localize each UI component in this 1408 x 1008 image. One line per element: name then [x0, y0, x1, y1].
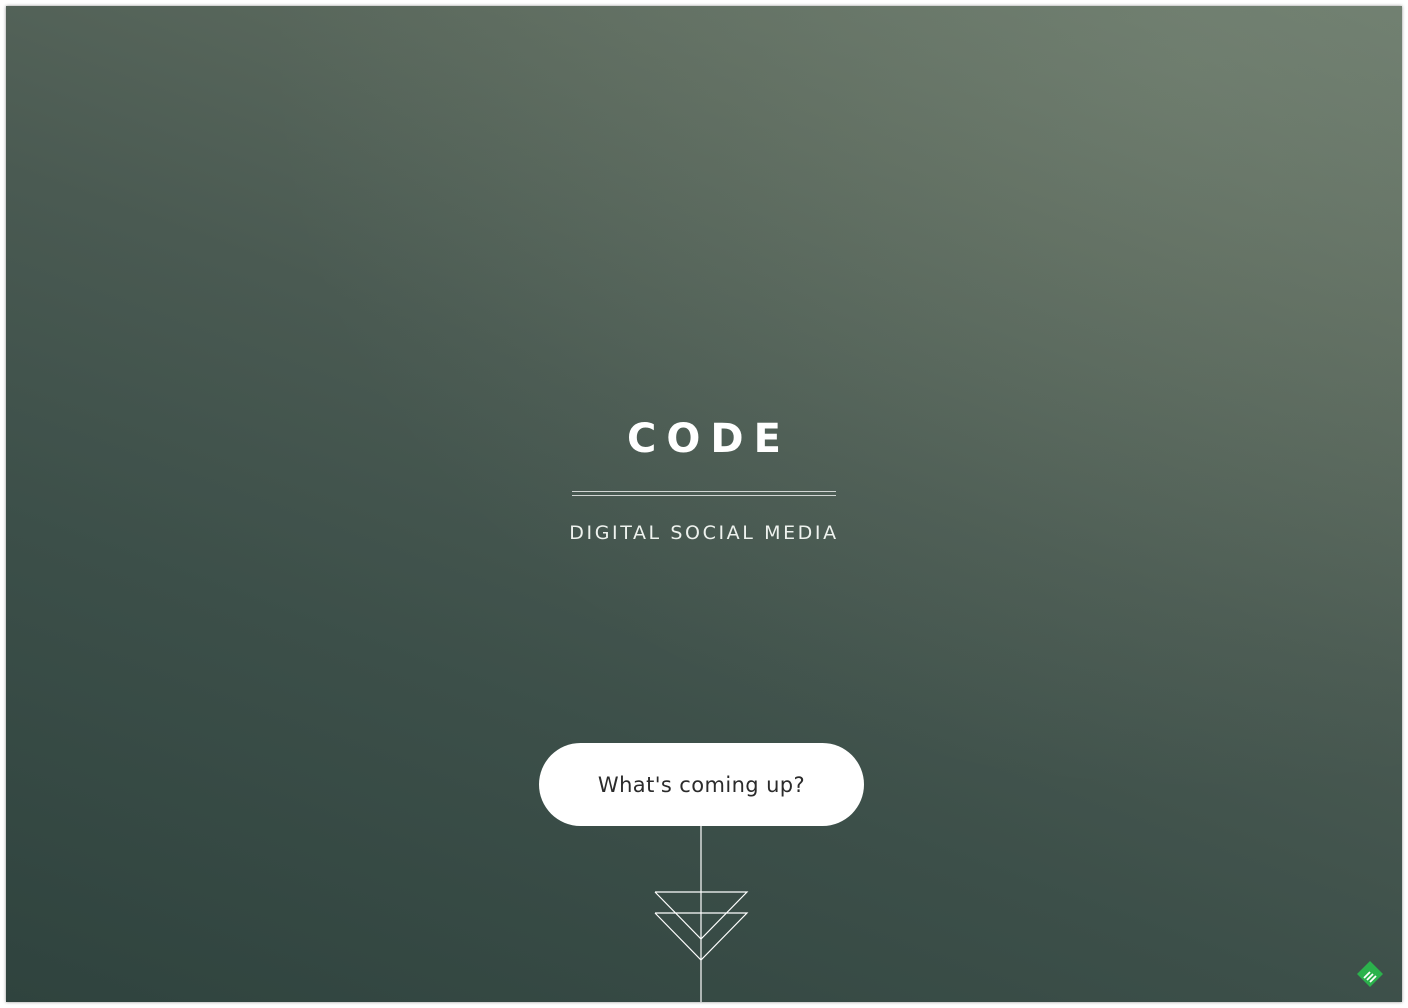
hero-section: CODE DIGITAL SOCIAL MEDIA [6, 411, 1402, 544]
page-frame: CODE DIGITAL SOCIAL MEDIA What's coming … [6, 6, 1402, 1002]
site-subtitle: DIGITAL SOCIAL MEDIA [569, 522, 839, 544]
site-title: CODE [627, 416, 791, 462]
title-divider [572, 491, 836, 496]
feedly-logo-icon[interactable] [1356, 960, 1384, 988]
whats-coming-up-button[interactable]: What's coming up? [539, 743, 864, 826]
double-chevron-down-arrow-icon[interactable] [646, 826, 756, 1002]
